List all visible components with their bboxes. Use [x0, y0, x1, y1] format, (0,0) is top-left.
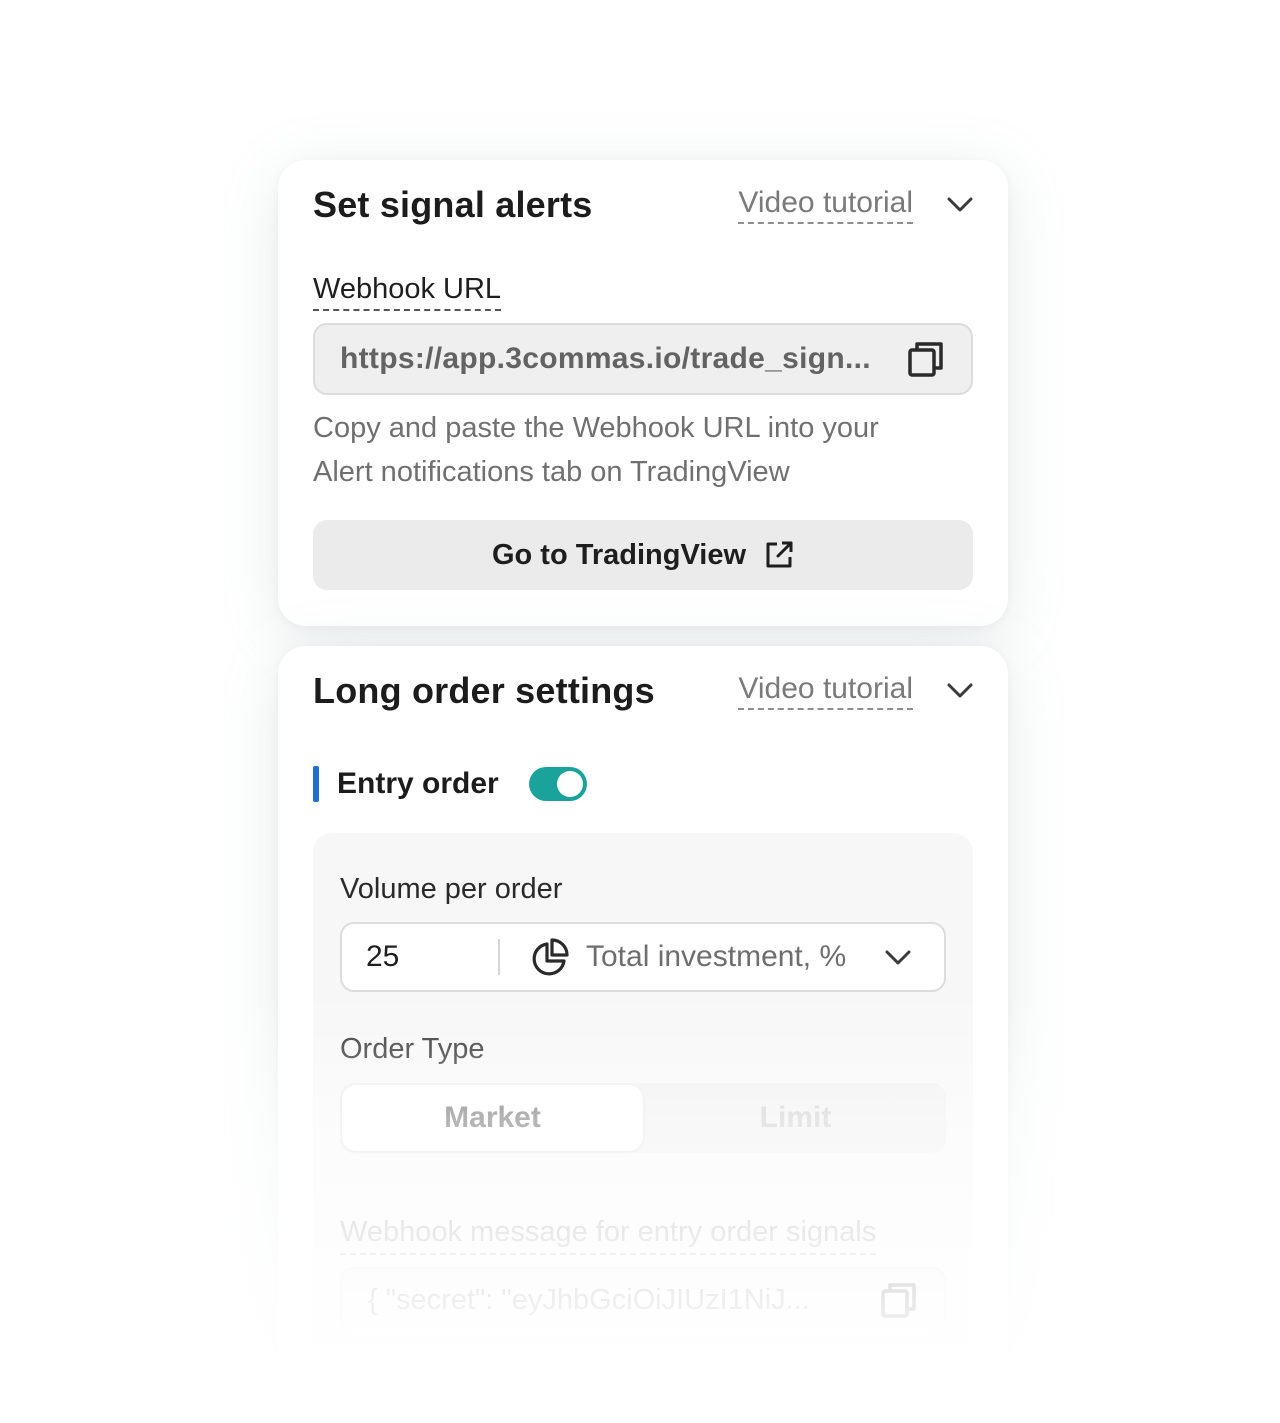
order-type-limit[interactable]: Limit	[645, 1083, 946, 1153]
entry-order-accent-bar	[313, 766, 319, 802]
entry-order-label: Entry order	[337, 767, 499, 800]
order-type-label: Order Type	[340, 1033, 485, 1065]
long-order-header: Long order settings Video tutorial	[313, 668, 973, 714]
volume-unit-select[interactable]: Total investment, %	[500, 937, 944, 977]
long-order-settings-card: Long order settings Video tutorial Entry…	[278, 646, 1008, 1406]
pie-chart-icon	[530, 937, 570, 977]
chevron-down-icon[interactable]	[947, 678, 973, 704]
stage: Set signal alerts Video tutorial Webhook…	[0, 0, 1280, 1423]
webhook-helper-text: Copy and paste the Webhook URL into your…	[313, 406, 963, 494]
volume-unit-value: Total investment, %	[586, 940, 847, 973]
webhook-message-label[interactable]: Webhook message for entry order signals	[340, 1216, 877, 1255]
signal-alerts-card: Set signal alerts Video tutorial Webhook…	[278, 160, 1008, 626]
volume-input[interactable]: 25	[342, 939, 500, 975]
copy-icon[interactable]	[880, 1281, 918, 1319]
go-to-tradingview-button[interactable]: Go to TradingView	[313, 520, 973, 590]
helper-line-2: Alert notifications tab on TradingView	[313, 456, 790, 488]
signal-alerts-header-actions: Video tutorial	[738, 186, 973, 224]
go-to-tradingview-label: Go to TradingView	[491, 538, 747, 571]
signal-alerts-title: Set signal alerts	[313, 184, 593, 225]
webhook-url-label[interactable]: Webhook URL	[313, 273, 502, 311]
entry-order-panel: Volume per order 25 Total investment, %	[313, 833, 973, 1393]
signal-alerts-header: Set signal alerts Video tutorial	[313, 182, 973, 228]
entry-order-row: Entry order	[313, 764, 587, 804]
video-tutorial-link[interactable]: Video tutorial	[738, 672, 913, 710]
external-link-icon	[764, 540, 794, 570]
webhook-url-value: https://app.3commas.io/trade_sign...	[340, 342, 871, 375]
toggle-knob	[556, 771, 583, 797]
webhook-url-field[interactable]: https://app.3commas.io/trade_sign...	[313, 323, 973, 395]
helper-line-1: Copy and paste the Webhook URL into your	[313, 412, 879, 444]
chevron-down-icon	[884, 943, 912, 971]
volume-per-order-label: Volume per order	[340, 873, 563, 905]
webhook-message-value: { "secret": "eyJhbGciOiJIUzI1NiJ...	[368, 1283, 810, 1316]
long-order-header-actions: Video tutorial	[738, 672, 973, 710]
webhook-message-field[interactable]: { "secret": "eyJhbGciOiJIUzI1NiJ...	[340, 1267, 946, 1333]
entry-order-toggle[interactable]	[528, 767, 587, 801]
order-type-market[interactable]: Market	[342, 1085, 643, 1151]
copy-icon[interactable]	[907, 340, 945, 378]
long-order-title: Long order settings	[313, 670, 655, 711]
order-type-segmented-control: Market Limit	[340, 1083, 946, 1153]
chevron-down-icon[interactable]	[947, 192, 973, 218]
video-tutorial-link[interactable]: Video tutorial	[738, 186, 913, 224]
volume-per-order-field: 25 Total investment, %	[340, 922, 946, 992]
